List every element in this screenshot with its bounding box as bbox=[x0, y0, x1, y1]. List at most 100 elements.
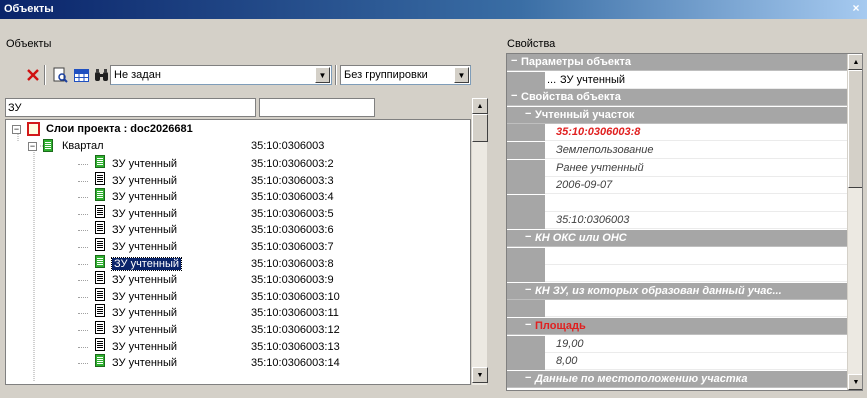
property-value-row[interactable]: Ранее учтенный bbox=[507, 159, 847, 177]
preview-button[interactable] bbox=[50, 65, 70, 85]
collapse-icon[interactable]: − bbox=[525, 372, 531, 384]
scroll-thumb[interactable] bbox=[472, 114, 488, 142]
property-category-row[interactable]: − Свойства объекта bbox=[507, 89, 847, 107]
collapse-icon[interactable]: − bbox=[525, 319, 531, 331]
tree-item-row[interactable]: ЗУ учтенный 35:10:0306003:14 bbox=[6, 354, 470, 372]
property-value-row[interactable]: 19,00 bbox=[507, 335, 847, 353]
land-plot-icon bbox=[95, 204, 105, 218]
chevron-down-icon[interactable]: ▼ bbox=[454, 67, 469, 83]
tree-item-code: 35:10:0306003:13 bbox=[251, 340, 340, 353]
table-icon bbox=[73, 68, 89, 82]
filter-combo[interactable]: Не задан ▼ bbox=[110, 65, 332, 85]
tree-connector bbox=[78, 280, 88, 282]
land-plot-icon bbox=[95, 221, 105, 235]
property-value: 35:10:0306003 bbox=[556, 214, 630, 227]
collapse-icon[interactable]: − bbox=[511, 90, 517, 102]
tree-connector bbox=[78, 313, 88, 315]
property-value-row[interactable] bbox=[507, 194, 847, 212]
scroll-up-icon[interactable]: ▲ bbox=[848, 54, 862, 70]
property-indent bbox=[507, 71, 545, 89]
collapse-icon[interactable]: − bbox=[525, 284, 531, 296]
property-indent bbox=[507, 142, 545, 159]
land-plot-icon bbox=[95, 238, 105, 251]
document-preview-icon bbox=[53, 67, 68, 83]
objects-section-label: Объекты bbox=[6, 38, 52, 50]
scroll-down-icon[interactable]: ▼ bbox=[848, 374, 862, 390]
property-value-row[interactable]: ... ЗУ учтенный bbox=[507, 71, 847, 89]
tree-item-row[interactable]: ЗУ учтенный 35:10:0306003:2 bbox=[6, 155, 470, 173]
collapse-icon[interactable]: − bbox=[12, 125, 21, 134]
tree-item-row[interactable]: ЗУ учтенный 35:10:0306003:3 bbox=[6, 171, 470, 190]
property-category-row[interactable]: − Параметры объекта bbox=[507, 54, 847, 71]
tree-item-row[interactable]: ЗУ учтенный 35:10:0306003:4 bbox=[6, 188, 470, 206]
window-title: Объекты bbox=[4, 3, 54, 15]
property-value-row[interactable] bbox=[507, 300, 847, 318]
tree-scrollbar[interactable]: ▲ ▼ bbox=[471, 98, 488, 385]
properties-scrollbar[interactable]: ▲ ▼ bbox=[847, 54, 862, 390]
scroll-up-icon[interactable]: ▲ bbox=[472, 98, 488, 114]
tree-item-row[interactable]: ЗУ учтенный 35:10:0306003:6 bbox=[6, 221, 470, 239]
collapse-icon[interactable]: − bbox=[525, 108, 531, 120]
property-value-row[interactable] bbox=[507, 265, 847, 283]
tree-item-row[interactable]: ЗУ учтенный 35:10:0306003:12 bbox=[6, 321, 470, 339]
land-plot-icon bbox=[95, 337, 105, 351]
tree-connector bbox=[78, 180, 88, 182]
property-category-row[interactable]: − Площадь bbox=[507, 318, 847, 335]
tree-item-code: 35:10:0306003:3 bbox=[251, 174, 334, 187]
property-value-row[interactable]: 35:10:0306003:8 bbox=[507, 124, 847, 142]
property-value-row[interactable]: 2006-09-07 bbox=[507, 177, 847, 195]
collapse-icon[interactable]: − bbox=[511, 55, 517, 67]
code-filter-input[interactable] bbox=[259, 98, 375, 117]
scroll-down-icon[interactable]: ▼ bbox=[472, 367, 488, 383]
property-category-row[interactable]: − Данные по местоположению участка bbox=[507, 370, 847, 388]
tree-item-row[interactable]: ЗУ учтенный 35:10:0306003:7 bbox=[6, 238, 470, 256]
property-value: 8,00 bbox=[556, 355, 578, 368]
tree-item-code: 35:10:0306003:9 bbox=[251, 274, 334, 287]
tree-item-row[interactable]: ЗУ учтенный 35:10:0306003:5 bbox=[6, 204, 470, 223]
property-value: 2006-09-07 bbox=[556, 179, 613, 192]
delete-button[interactable] bbox=[23, 65, 43, 85]
property-category-label: Учтенный участок bbox=[535, 108, 635, 121]
tree-connector bbox=[78, 346, 88, 348]
property-category-label: КН ОКС или ОНС bbox=[535, 232, 627, 244]
property-value: 35:10:0306003:8 bbox=[556, 126, 641, 139]
tree-item-row[interactable]: ЗУ учтенный 35:10:0306003:8 bbox=[6, 254, 470, 273]
property-category-label: Площадь bbox=[535, 320, 586, 332]
land-plot-icon bbox=[95, 155, 105, 168]
table-view-button[interactable] bbox=[71, 65, 91, 85]
tree-item-row[interactable]: ЗУ учтенный 35:10:0306003:9 bbox=[6, 271, 470, 289]
property-value-row[interactable]: Землепользование bbox=[507, 142, 847, 159]
property-category-row[interactable]: − Учтенный участок bbox=[507, 106, 847, 124]
find-button[interactable] bbox=[92, 65, 112, 85]
tree-item-row[interactable]: ЗУ учтенный 35:10:0306003:13 bbox=[6, 337, 470, 356]
property-category-label: Параметры объекта bbox=[521, 56, 632, 68]
tree-item-label: ЗУ учтенный bbox=[112, 191, 178, 204]
project-layers-icon bbox=[27, 122, 40, 136]
tree-item-row[interactable]: ЗУ учтенный 35:10:0306003:10 bbox=[6, 287, 470, 306]
tree-item-code: 35:10:0306003:7 bbox=[251, 241, 334, 253]
property-value: ЗУ учтенный bbox=[560, 73, 626, 86]
land-plot-icon bbox=[95, 287, 105, 301]
property-indent bbox=[507, 335, 545, 353]
close-icon[interactable]: × bbox=[849, 2, 863, 16]
name-filter-input[interactable]: ЗУ bbox=[5, 98, 256, 117]
objects-tree: − Слои проекта : doc2026681− Квартал 35:10:… bbox=[5, 119, 471, 385]
grouping-combo[interactable]: Без группировки ▼ bbox=[340, 65, 471, 85]
chevron-down-icon[interactable]: ▼ bbox=[315, 67, 330, 83]
scroll-thumb[interactable] bbox=[848, 70, 862, 188]
property-value-row[interactable]: 35:10:0306003 bbox=[507, 212, 847, 230]
land-plot-icon bbox=[95, 254, 105, 268]
property-category-row[interactable]: − КН ЗУ, из которых образован данный учас… bbox=[507, 282, 847, 300]
property-value: Землепользование bbox=[556, 144, 654, 156]
collapse-icon[interactable]: − bbox=[525, 231, 531, 243]
tree-root-row[interactable]: − Слои проекта : doc2026681 bbox=[6, 122, 470, 138]
property-value-row[interactable]: 8,00 bbox=[507, 353, 847, 371]
tree-item-label: ЗУ учтенный bbox=[112, 274, 178, 287]
property-value-row[interactable] bbox=[507, 247, 847, 265]
tree-item-row[interactable]: ЗУ учтенный 35:10:0306003:11 bbox=[6, 304, 470, 322]
collapse-icon[interactable]: − bbox=[28, 142, 37, 151]
property-category-row[interactable]: − КН ОКС или ОНС bbox=[507, 230, 847, 247]
property-indent bbox=[507, 353, 545, 371]
tree-connector bbox=[78, 330, 88, 331]
tree-group-row[interactable]: − Квартал 35:10:0306003 bbox=[6, 139, 470, 155]
